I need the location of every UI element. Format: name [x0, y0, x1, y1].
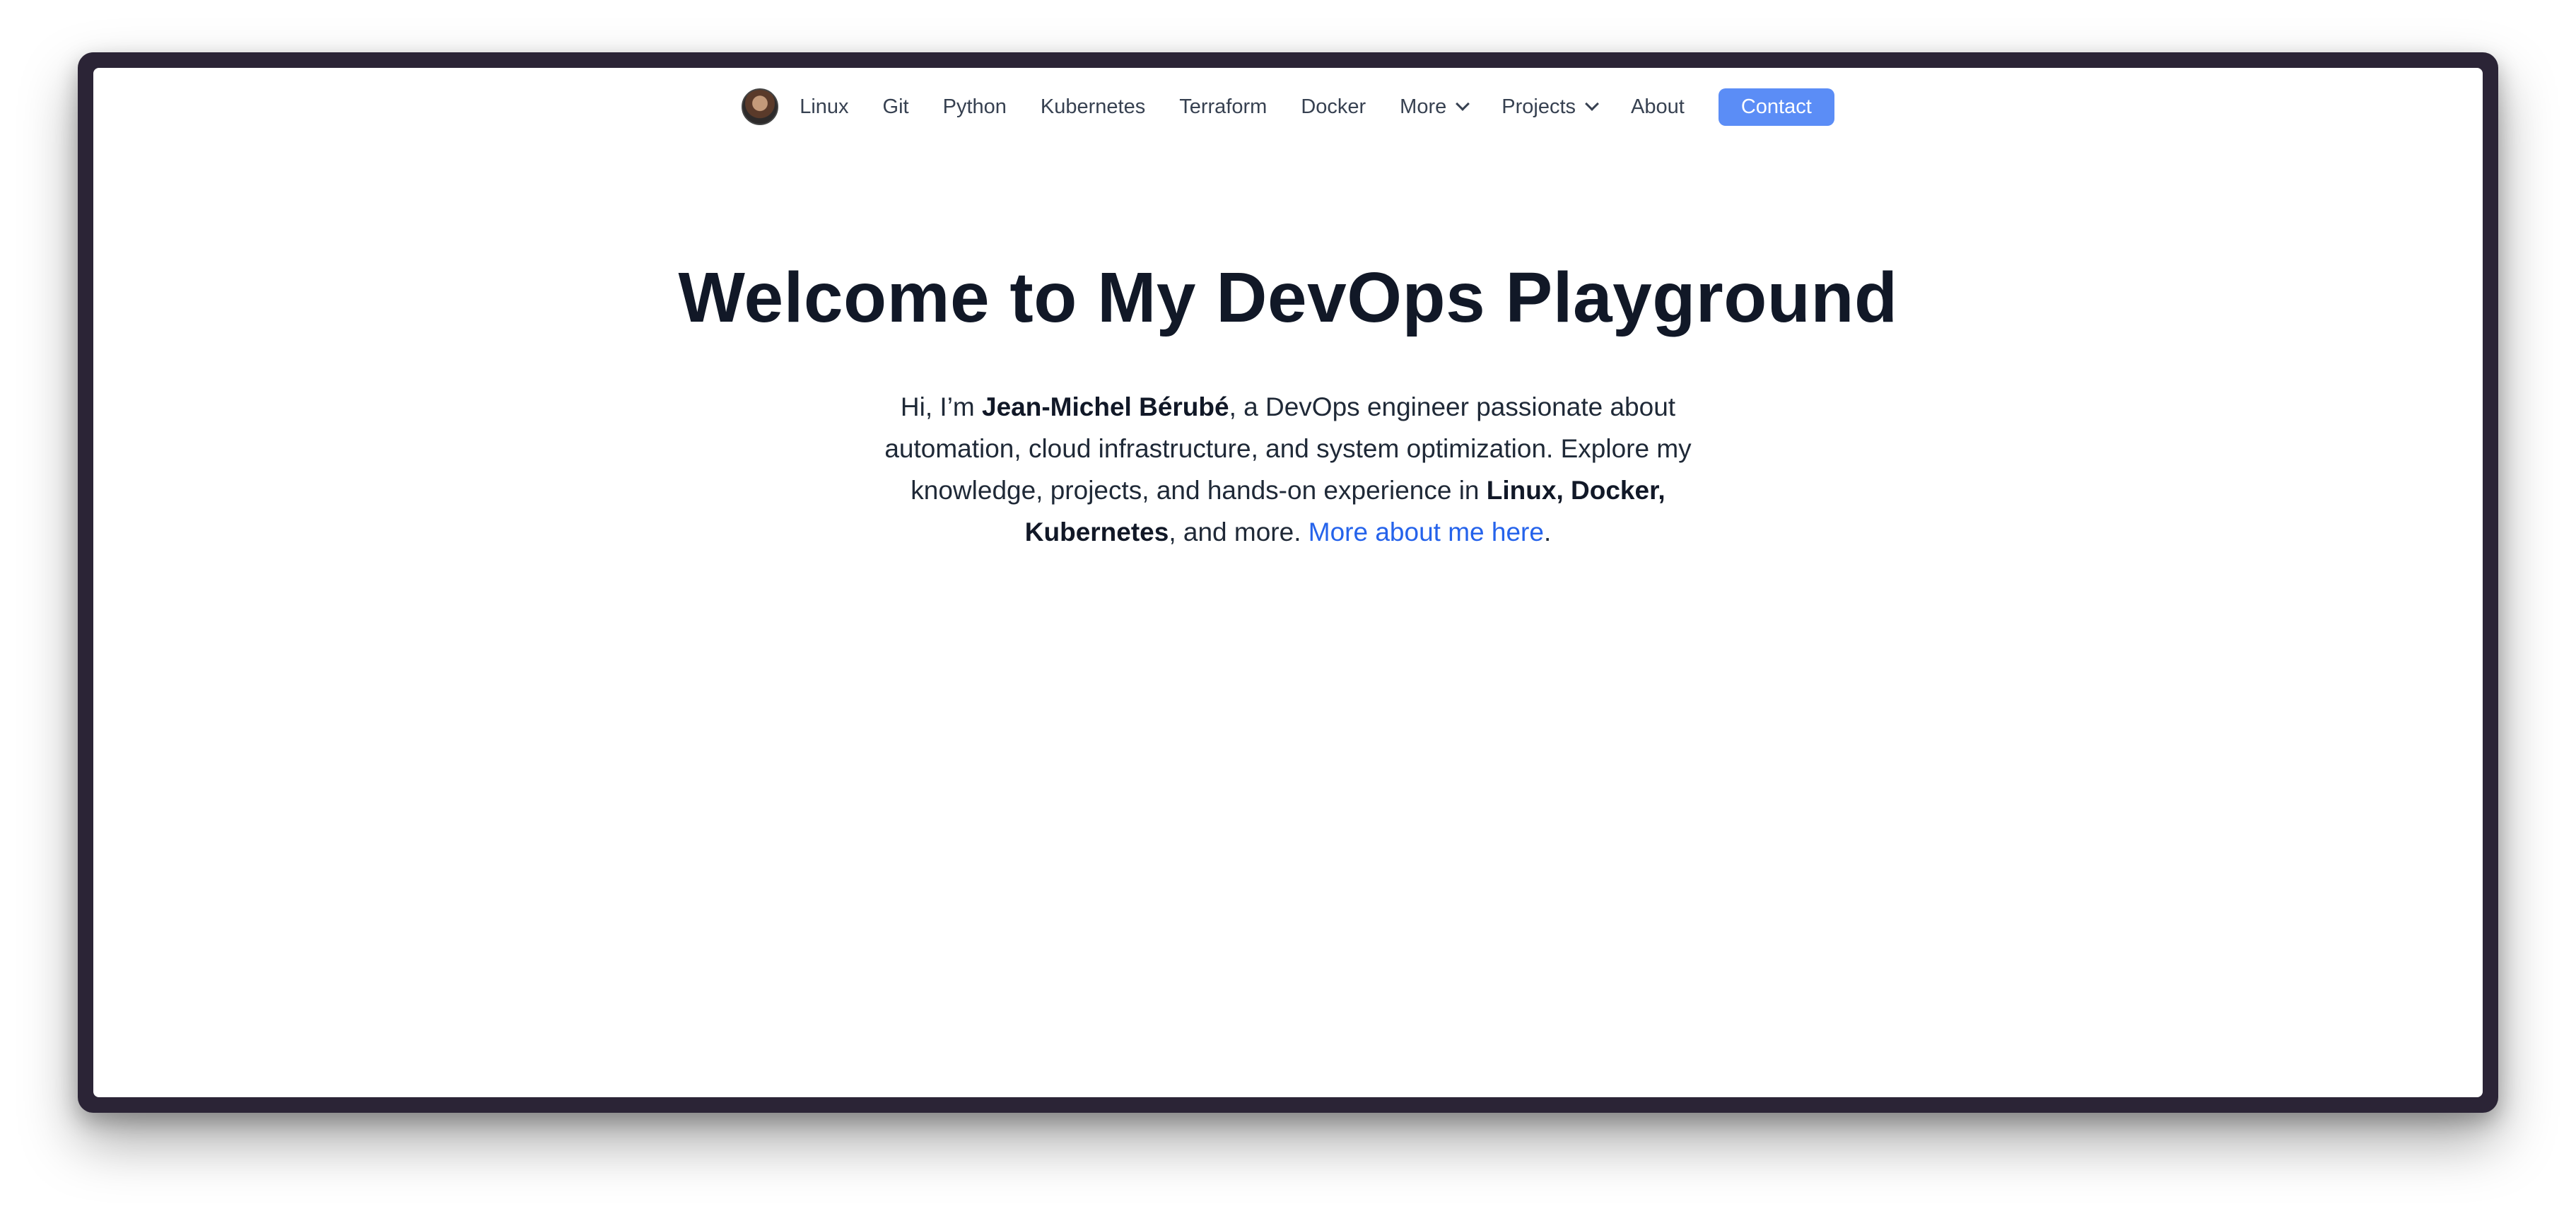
- page-title: Welcome to My DevOps Playground: [678, 258, 1898, 337]
- nav-link-python[interactable]: Python: [943, 95, 1007, 119]
- chevron-down-icon: [1456, 97, 1470, 111]
- intro-suffix: , and more.: [1169, 518, 1309, 546]
- nav-dropdown-more[interactable]: More: [1400, 95, 1470, 119]
- nav-dropdown-more-label: More: [1400, 95, 1447, 118]
- nav-link-docker[interactable]: Docker: [1301, 95, 1366, 119]
- nav-link-kubernetes[interactable]: Kubernetes: [1041, 95, 1145, 119]
- nav-link-about[interactable]: About: [1631, 95, 1685, 119]
- chevron-down-icon: [1585, 97, 1599, 111]
- nav-items: Linux Git Python Kubernetes Terraform Do…: [742, 88, 1834, 126]
- author-name: Jean-Michel Bérubé: [982, 392, 1229, 421]
- nav-link-git[interactable]: Git: [883, 95, 909, 119]
- intro-paragraph: Hi, I’m Jean-Michel Bérubé, a DevOps eng…: [832, 386, 1744, 553]
- top-navigation: Linux Git Python Kubernetes Terraform Do…: [93, 68, 2483, 146]
- avatar[interactable]: [742, 88, 779, 125]
- nav-dropdown-projects[interactable]: Projects: [1501, 95, 1599, 119]
- page-canvas: Linux Git Python Kubernetes Terraform Do…: [0, 0, 2576, 1216]
- nav-link-linux[interactable]: Linux: [800, 95, 848, 119]
- intro-end-period: .: [1543, 518, 1552, 546]
- browser-viewport: Linux Git Python Kubernetes Terraform Do…: [93, 68, 2483, 1097]
- intro-prefix: Hi, I’m: [900, 392, 983, 421]
- contact-button[interactable]: Contact: [1718, 88, 1834, 126]
- more-about-me-link[interactable]: More about me here: [1309, 518, 1544, 546]
- nav-dropdown-projects-label: Projects: [1501, 95, 1576, 118]
- device-frame: Linux Git Python Kubernetes Terraform Do…: [78, 52, 2498, 1113]
- nav-link-terraform[interactable]: Terraform: [1179, 95, 1267, 119]
